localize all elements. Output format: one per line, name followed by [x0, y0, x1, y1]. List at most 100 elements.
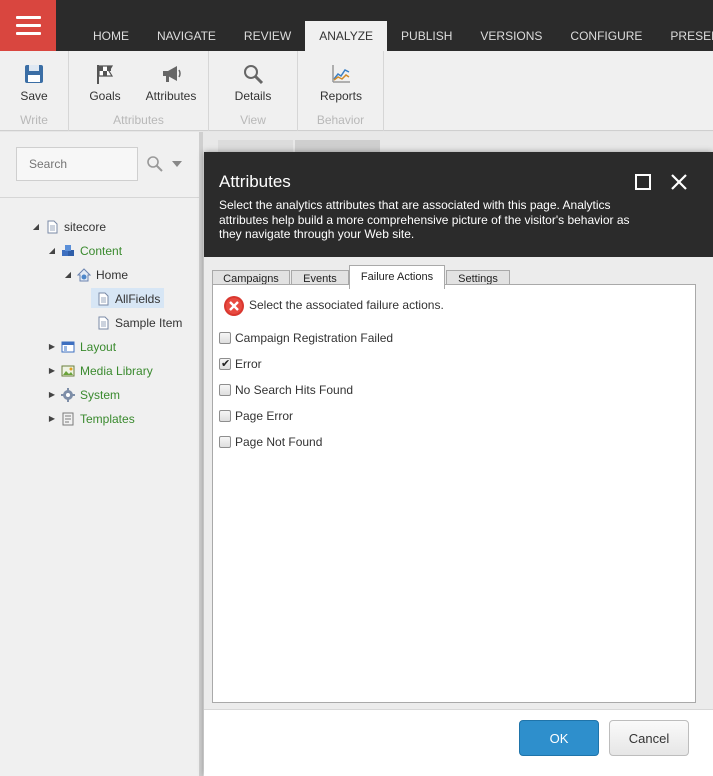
tree-node-label: Home: [96, 267, 129, 282]
collapsed-arrow-icon[interactable]: ▶: [46, 337, 58, 357]
checkbox-label: No Search Hits Found: [235, 383, 354, 397]
goals-button[interactable]: Goals: [75, 63, 135, 103]
ribbon-group-view: Details View: [209, 51, 298, 131]
dialog-title: Attributes: [219, 172, 291, 191]
ribbon: Save Write Goals Attributes Attributes D…: [0, 51, 713, 131]
save-button[interactable]: Save: [4, 63, 64, 103]
details-label: Details: [234, 89, 272, 103]
attributes-label: Attributes: [145, 89, 197, 103]
hamburger-menu-icon[interactable]: [0, 0, 56, 51]
flag-icon: [97, 65, 114, 84]
collapsed-arrow-icon[interactable]: ▶: [46, 385, 58, 405]
attributes-dialog: Attributes Select the analytics attribut…: [204, 152, 713, 776]
checkmark-icon: ✔: [221, 358, 231, 370]
reports-label: Reports: [319, 89, 363, 103]
dialog-body: Campaigns Events Failure Actions Setting…: [204, 257, 713, 710]
tree-node-allfields[interactable]: AllFields: [91, 288, 165, 308]
attributes-button[interactable]: Attributes: [141, 63, 201, 103]
checkbox[interactable]: [219, 436, 231, 448]
checkbox-label: Page Not Found: [235, 435, 323, 449]
tree-node-label: Layout: [80, 339, 117, 354]
checkbox[interactable]: [219, 384, 231, 396]
template-icon: [62, 412, 74, 426]
search-input[interactable]: [16, 147, 138, 181]
system-gear-icon: [61, 387, 75, 402]
tree-node-label: Sample Item: [115, 315, 183, 330]
dialog-header: Attributes Select the analytics attribut…: [204, 152, 713, 257]
tab-home[interactable]: HOME: [79, 21, 143, 51]
tree-node-label: System: [80, 387, 121, 402]
content-cubes-icon: [62, 244, 74, 256]
collapsed-arrow-icon[interactable]: ▶: [46, 409, 58, 429]
image-icon: [61, 365, 75, 377]
page-icon: [47, 220, 58, 234]
tree-node-label: AllFields: [115, 291, 161, 306]
save-icon: [25, 65, 43, 83]
tree-divider: [0, 197, 199, 198]
expanded-arrow-icon[interactable]: ◢: [62, 265, 74, 285]
collapsed-arrow-icon[interactable]: ▶: [46, 361, 58, 381]
ribbon-group-write: Save Write: [0, 51, 69, 131]
top-menu-bar: HOME NAVIGATE REVIEW ANALYZE PUBLISH VER…: [0, 0, 713, 51]
main-tabs: HOME NAVIGATE REVIEW ANALYZE PUBLISH VER…: [79, 21, 713, 51]
tree-node-layout[interactable]: ▶ Layout: [46, 336, 116, 356]
failure-actions-panel: Select the associated failure actions. C…: [212, 284, 696, 703]
tree-node-label: sitecore: [64, 219, 107, 234]
tab-versions[interactable]: VERSIONS: [466, 21, 556, 51]
magnifier-icon: [244, 65, 264, 85]
tree-node-label: Templates: [80, 411, 135, 426]
layout-icon: [61, 341, 75, 353]
checkbox[interactable]: [219, 410, 231, 422]
tree-node-sample-item[interactable]: Sample Item: [93, 312, 182, 332]
tree-node-home[interactable]: ◢ Home: [62, 264, 128, 284]
tree-node-templates[interactable]: ▶ Templates: [46, 408, 135, 428]
checkbox-label: Campaign Registration Failed: [235, 331, 394, 345]
checkbox-label: Error: [235, 357, 262, 371]
dialog-footer: OK Cancel: [204, 711, 713, 776]
ribbon-group-label-view: View: [240, 113, 266, 127]
details-button[interactable]: Details: [223, 63, 283, 103]
reports-button[interactable]: Reports: [311, 63, 371, 103]
tree-node-media-library[interactable]: ▶ Media Library: [46, 360, 153, 380]
save-label: Save: [20, 89, 48, 103]
ribbon-group-label-attributes: Attributes: [113, 113, 164, 127]
search-icon[interactable]: [146, 155, 164, 173]
checkbox-label: Page Error: [235, 409, 294, 423]
error-icon: [224, 296, 244, 316]
dialog-description: Select the analytics attributes that are…: [219, 198, 630, 241]
megaphone-icon: [163, 66, 181, 82]
tree-node-sitecore[interactable]: ◢ sitecore: [30, 216, 106, 236]
maximize-icon[interactable]: [635, 174, 651, 190]
home-globe-icon: [77, 268, 91, 282]
tab-publish[interactable]: PUBLISH: [387, 21, 466, 51]
ok-button[interactable]: OK: [519, 720, 599, 756]
expanded-arrow-icon[interactable]: ◢: [46, 241, 58, 261]
tab-navigate[interactable]: NAVIGATE: [143, 21, 230, 51]
tree-node-content[interactable]: ◢ Content: [46, 240, 122, 260]
tree-node-label: Media Library: [80, 363, 153, 378]
cancel-button[interactable]: Cancel: [609, 720, 689, 756]
ribbon-group-behavior: Reports Behavior: [298, 51, 384, 131]
checkbox[interactable]: [219, 332, 231, 344]
goals-label: Goals: [89, 89, 121, 103]
tree-node-label: Content: [80, 243, 123, 258]
tab-configure[interactable]: CONFIGURE: [556, 21, 656, 51]
tab-presentation[interactable]: PRESEN: [656, 21, 713, 51]
ribbon-group-label-behavior: Behavior: [316, 113, 365, 127]
tab-failure-actions[interactable]: Failure Actions: [349, 265, 445, 289]
chart-icon: [332, 65, 350, 83]
checkbox-checked[interactable]: ✔: [219, 358, 231, 370]
message-text: Select the associated failure actions.: [249, 298, 444, 312]
page-icon: [98, 292, 109, 306]
ribbon-group-label-write: Write: [20, 113, 48, 127]
close-icon[interactable]: [669, 172, 689, 192]
ribbon-group-attributes: Goals Attributes Attributes: [69, 51, 209, 131]
search-options-chevron-down-icon[interactable]: [172, 161, 182, 167]
tree-node-system[interactable]: ▶ System: [46, 384, 120, 404]
content-tree-pane: ◢ sitecore ◢ Content ◢ Home AllFields Sampl…: [0, 132, 203, 776]
tab-review[interactable]: REVIEW: [230, 21, 305, 51]
page-icon: [98, 316, 109, 330]
tree-search: [16, 147, 182, 181]
tab-analyze[interactable]: ANALYZE: [305, 21, 388, 51]
expanded-arrow-icon[interactable]: ◢: [30, 217, 42, 237]
